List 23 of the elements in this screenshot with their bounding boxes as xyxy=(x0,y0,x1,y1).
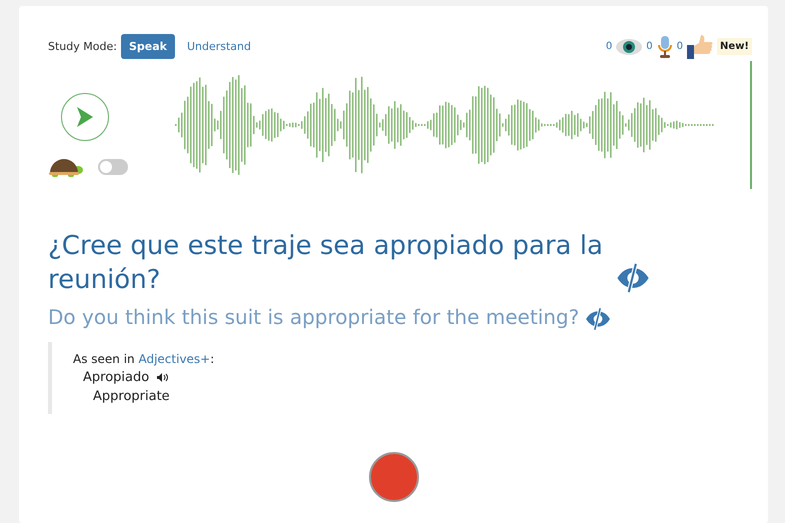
source-text: As seen in Adjectives+: xyxy=(73,352,216,366)
counter-value: 0 xyxy=(646,41,653,52)
microphone-icon xyxy=(656,34,673,58)
counter-value: 0 xyxy=(676,41,684,52)
translation-text: Do you think this suit is appropriate for the meeting? xyxy=(48,305,580,329)
eye-icon xyxy=(616,38,642,56)
play-icon xyxy=(76,106,94,128)
hide-icon[interactable] xyxy=(616,261,650,295)
hide-icon[interactable] xyxy=(585,306,612,332)
study-mode-label: Study Mode: xyxy=(48,40,117,53)
slow-toggle[interactable] xyxy=(98,159,128,175)
record-button[interactable] xyxy=(369,452,419,502)
sentence-text: ¿Cree que este traje sea apropiado para la reunión? xyxy=(48,230,604,297)
source-link[interactable]: Adjectives+ xyxy=(138,352,210,366)
vocab-word: Apropiado xyxy=(83,370,150,385)
mode-tab[interactable]: Understand xyxy=(178,34,259,59)
speaker-icon[interactable] xyxy=(157,372,168,382)
counter-value: 0 xyxy=(606,41,612,52)
new-badge: New! xyxy=(717,38,752,55)
vocab-meaning: Appropriate xyxy=(93,388,171,404)
thumbs-up-icon xyxy=(687,34,714,58)
play-button[interactable] xyxy=(61,93,109,141)
mode-tab[interactable]: Speak xyxy=(120,34,175,59)
